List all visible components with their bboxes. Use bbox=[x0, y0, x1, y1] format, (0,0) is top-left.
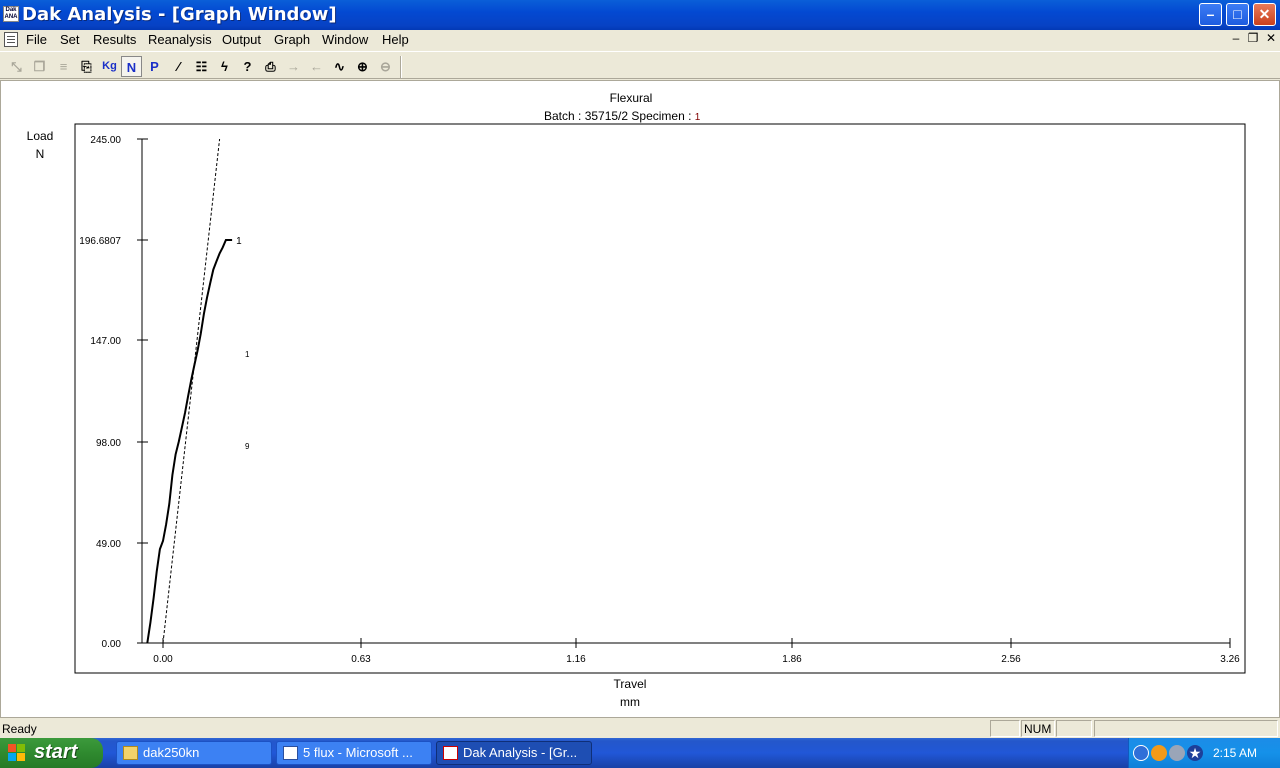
y-tick-label: 245.00 bbox=[90, 135, 121, 146]
x-tick-label: 1.16 bbox=[566, 654, 586, 665]
star-icon[interactable]: ★ bbox=[1187, 745, 1203, 761]
x-axis-label: Travel bbox=[614, 677, 647, 691]
chart-subtitle: Batch : 35715/2 Specimen : 1 bbox=[544, 109, 701, 123]
task-button-dak-analysis[interactable]: Dak Analysis - [Gr... bbox=[436, 741, 592, 765]
zoom-out-icon[interactable]: ⊖ bbox=[375, 56, 396, 77]
task-label: 5 flux - Microsoft ... bbox=[303, 745, 413, 760]
status-panel-info bbox=[1094, 720, 1278, 737]
folder-icon bbox=[123, 746, 138, 760]
x-tick-label: 1.86 bbox=[782, 654, 802, 665]
word-doc-icon bbox=[283, 746, 298, 760]
show-hidden-icons-icon[interactable] bbox=[1133, 745, 1149, 761]
pages-icon[interactable]: ⎘ bbox=[76, 56, 97, 77]
plot-frame bbox=[74, 123, 1246, 674]
menu-file[interactable]: File bbox=[26, 32, 47, 47]
x-tick-label: 0.00 bbox=[153, 654, 173, 665]
menu-graph[interactable]: Graph bbox=[274, 32, 310, 47]
y-tick-label: 147.00 bbox=[90, 336, 121, 347]
task-label: Dak Analysis - [Gr... bbox=[463, 745, 578, 760]
system-tray: ★ 2:15 AM bbox=[1128, 738, 1280, 768]
chart-subtitle-batch: Batch : 35715/2 Specimen : bbox=[544, 109, 695, 123]
chart-title: Flexural bbox=[610, 91, 653, 105]
overlay-curves-icon[interactable]: ∿ bbox=[329, 56, 350, 77]
y-axis-label: Load bbox=[27, 129, 54, 143]
x-tick-label: 0.63 bbox=[351, 654, 371, 665]
menu-set[interactable]: Set bbox=[60, 32, 80, 47]
lightning-icon[interactable]: ϟ bbox=[214, 56, 235, 77]
calc-icon[interactable]: ☷ bbox=[191, 56, 212, 77]
align-icon[interactable]: ≡ bbox=[53, 56, 74, 77]
y-tick-label: 98.00 bbox=[96, 438, 121, 449]
copy-graph-icon[interactable]: ❐ bbox=[29, 56, 50, 77]
zoom-in-icon[interactable]: ⊕ bbox=[352, 56, 373, 77]
menu-bar: File Set Results Reanalysis Output Graph… bbox=[0, 30, 1280, 50]
y-tick-label: 196.6807 bbox=[79, 236, 121, 247]
mdi-restore-button[interactable]: ❐ bbox=[1246, 31, 1260, 47]
arrow-left-icon[interactable]: ← bbox=[306, 56, 327, 77]
task-button-folder[interactable]: dak250kn bbox=[116, 741, 272, 765]
app-icon-subtext: ANA bbox=[4, 14, 18, 20]
mdi-minimize-button[interactable]: – bbox=[1229, 31, 1243, 47]
clock: 2:15 AM bbox=[1213, 746, 1258, 760]
arrow-right-icon[interactable]: → bbox=[283, 56, 304, 77]
x-axis-unit: mm bbox=[620, 695, 640, 709]
menu-help[interactable]: Help bbox=[382, 32, 409, 47]
dak-app-icon bbox=[443, 746, 458, 760]
start-button[interactable]: start bbox=[0, 738, 103, 768]
modulus-line bbox=[162, 138, 221, 644]
maximize-button[interactable]: □ bbox=[1226, 3, 1249, 26]
x-tick-label: 2.56 bbox=[1001, 654, 1021, 665]
stray-mark: 1 bbox=[245, 350, 250, 359]
y-tick-label: 49.00 bbox=[96, 539, 121, 550]
mdi-close-button[interactable]: ✕ bbox=[1264, 31, 1278, 47]
load-travel-chart: Flexural Batch : 35715/2 Specimen : 1 Lo… bbox=[27, 91, 1246, 709]
windows-logo-icon bbox=[8, 744, 26, 762]
status-panel-caps bbox=[990, 720, 1020, 737]
status-bar: Ready NUM bbox=[0, 718, 1280, 738]
menu-window[interactable]: Window bbox=[322, 32, 368, 47]
y-axis-unit: N bbox=[36, 147, 45, 161]
task-label: dak250kn bbox=[143, 745, 200, 760]
load-curve-series bbox=[146, 239, 233, 644]
taskbar: start dak250kn 5 flux - Microsoft ... Da… bbox=[0, 738, 1280, 768]
antivirus-icon[interactable] bbox=[1151, 745, 1167, 761]
p-units-icon[interactable]: P bbox=[144, 56, 165, 77]
minimize-button[interactable]: – bbox=[1199, 3, 1222, 26]
graph-window: Flexural Batch : 35715/2 Specimen : 1 Lo… bbox=[0, 80, 1280, 718]
newton-units-icon[interactable]: N bbox=[121, 56, 142, 77]
document-icon[interactable] bbox=[4, 32, 18, 47]
network-icon[interactable] bbox=[1169, 745, 1185, 761]
print-icon[interactable]: ⎙ bbox=[260, 56, 281, 77]
status-text: Ready bbox=[2, 722, 37, 736]
status-panel-num: NUM bbox=[1021, 720, 1055, 737]
title-bar[interactable]: Dak ANA Dak Analysis - [Graph Window] – □… bbox=[0, 0, 1280, 30]
kg-units-icon[interactable]: Kg bbox=[99, 56, 120, 77]
series-label: 1 bbox=[236, 236, 242, 247]
curve-icon[interactable]: ∕ bbox=[168, 56, 189, 77]
window-title: Dak Analysis - [Graph Window] bbox=[22, 4, 337, 25]
y-tick-label: 0.00 bbox=[102, 639, 122, 650]
menu-results[interactable]: Results bbox=[93, 32, 136, 47]
menu-output[interactable]: Output bbox=[222, 32, 261, 47]
chart-subtitle-specimen: 1 bbox=[695, 112, 701, 123]
zoom-graph-icon[interactable]: ⤡ bbox=[6, 56, 27, 77]
status-panel-scroll bbox=[1056, 720, 1092, 737]
help-pointer-icon[interactable]: ? bbox=[237, 56, 258, 77]
toolbar: ⤡ ❐ ≡ ⎘ Kg N P ∕ ☷ ϟ? ⎙ → ← ∿ ⊕ ⊖ bbox=[0, 51, 1280, 79]
start-label: start bbox=[34, 741, 78, 763]
app-icon[interactable]: Dak ANA bbox=[3, 6, 19, 22]
close-button[interactable]: ✕ bbox=[1253, 3, 1276, 26]
app-icon-text: Dak bbox=[5, 7, 17, 13]
x-tick-label: 3.26 bbox=[1220, 654, 1240, 665]
task-button-word[interactable]: 5 flux - Microsoft ... bbox=[276, 741, 432, 765]
stray-mark: 9 bbox=[245, 442, 250, 451]
toolbar-separator bbox=[400, 56, 402, 78]
menu-reanalysis[interactable]: Reanalysis bbox=[148, 32, 212, 47]
